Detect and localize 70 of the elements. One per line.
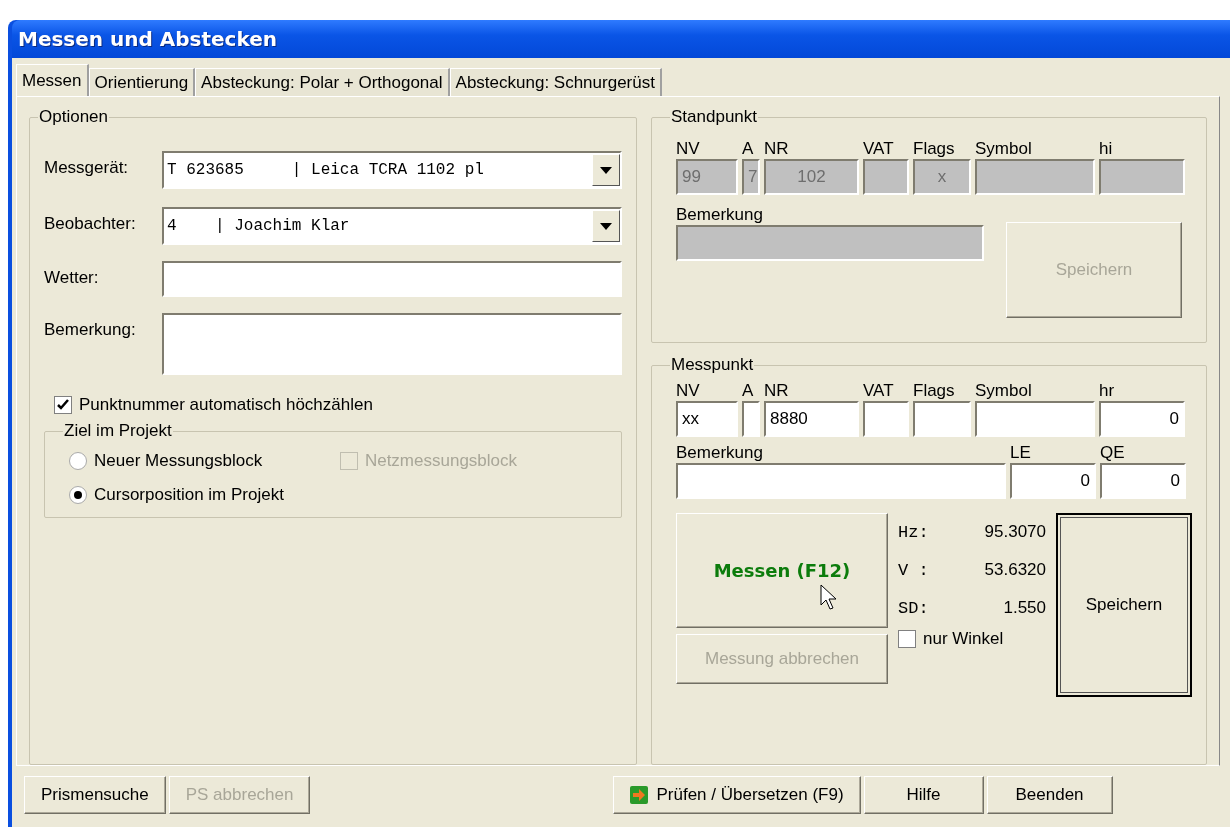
reading-label: V : — [898, 560, 929, 580]
button[interactable]: Prismensuche — [24, 776, 166, 814]
mouse-cursor-icon — [820, 584, 838, 610]
column-label: NV — [676, 138, 701, 159]
input-field[interactable] — [975, 401, 1095, 437]
column-label: Symbol — [975, 380, 1033, 401]
button[interactable]: Prüfen / Übersetzen (F9) — [613, 776, 861, 814]
window-title: Messen und Abstecken — [18, 27, 278, 51]
radio-label: Cursorposition im Projekt — [94, 485, 284, 505]
dropdown-arrow-icon — [600, 166, 612, 174]
text-area[interactable] — [162, 313, 622, 375]
tab[interactable]: Messen — [16, 64, 89, 96]
group-title: Standpunkt — [670, 107, 758, 127]
input-field[interactable] — [863, 401, 909, 437]
tab[interactable]: Absteckung: Schnurgerüst — [449, 68, 662, 96]
group-title: Optionen — [38, 107, 109, 127]
column-label: VAT — [863, 138, 895, 159]
input-field[interactable] — [162, 261, 622, 297]
checkbox-label: nur Winkel — [923, 629, 1004, 649]
column-label: Flags — [913, 138, 956, 159]
input-field[interactable]: xx — [676, 401, 738, 437]
tab[interactable]: Absteckung: Polar + Orthogonal — [195, 68, 450, 96]
column-label: LE — [1010, 442, 1032, 463]
column-label: QE — [1100, 442, 1126, 463]
input-field[interactable]: 8880 — [764, 401, 859, 437]
column-label: Bemerkung — [676, 442, 764, 463]
column-label: NR — [764, 380, 790, 401]
input-field[interactable] — [676, 463, 1006, 499]
input-field[interactable]: 0 — [1099, 401, 1185, 437]
button[interactable]: Hilfe — [863, 776, 984, 814]
field-label: Bemerkung: — [44, 319, 137, 340]
column-label: Bemerkung — [676, 204, 764, 225]
button[interactable]: Beenden — [986, 776, 1113, 814]
radio-label: Neuer Messungsblock — [94, 451, 263, 471]
reading-value: 95.3070 — [984, 522, 1046, 542]
checkbox-label: Netzmessungsblock — [364, 451, 518, 471]
input-field[interactable]: 0 — [1010, 463, 1096, 499]
reading-value: 1.550 — [1003, 598, 1046, 618]
column-label: A — [742, 138, 755, 159]
column-label: Symbol — [975, 138, 1033, 159]
column-label: VAT — [863, 380, 895, 401]
tab[interactable]: Orientierung — [88, 68, 196, 96]
column-label: NR — [764, 138, 790, 159]
field-label: Messgerät: — [44, 157, 130, 178]
checkbox-label: Punktnummer automatisch höchzählen — [79, 395, 373, 415]
arrow-icon — [630, 786, 649, 804]
column-label: NV — [676, 380, 701, 401]
reading-label: SD: — [898, 598, 929, 618]
save-button[interactable]: Speichern — [1056, 513, 1192, 697]
column-label: A — [742, 380, 755, 401]
checkbox[interactable] — [54, 396, 72, 414]
field-label: Wetter: — [44, 267, 100, 288]
group-title: Messpunkt — [670, 355, 755, 375]
dropdown-field[interactable]: 4 | Joachim Klar — [162, 207, 622, 245]
dropdown-arrow-icon — [600, 222, 612, 230]
field-label: Beobachter: — [44, 213, 137, 234]
input-field[interactable] — [742, 401, 760, 437]
column-label: hi — [1099, 138, 1114, 159]
input-field[interactable]: 0 — [1100, 463, 1186, 499]
radio-button[interactable] — [69, 486, 87, 504]
measure-button[interactable]: Messen (F12) — [676, 513, 888, 628]
group-title: Ziel im Projekt — [63, 421, 173, 441]
column-label: hr — [1099, 380, 1116, 401]
column-label: Flags — [913, 380, 956, 401]
reading-value: 53.6320 — [984, 560, 1046, 580]
reading-label: Hz: — [898, 522, 929, 542]
dropdown-field[interactable]: T 623685 | Leica TCRA 1102 pl — [162, 151, 622, 189]
input-field[interactable] — [913, 401, 971, 437]
checkbox[interactable] — [898, 630, 916, 648]
radio-button[interactable] — [69, 452, 87, 470]
